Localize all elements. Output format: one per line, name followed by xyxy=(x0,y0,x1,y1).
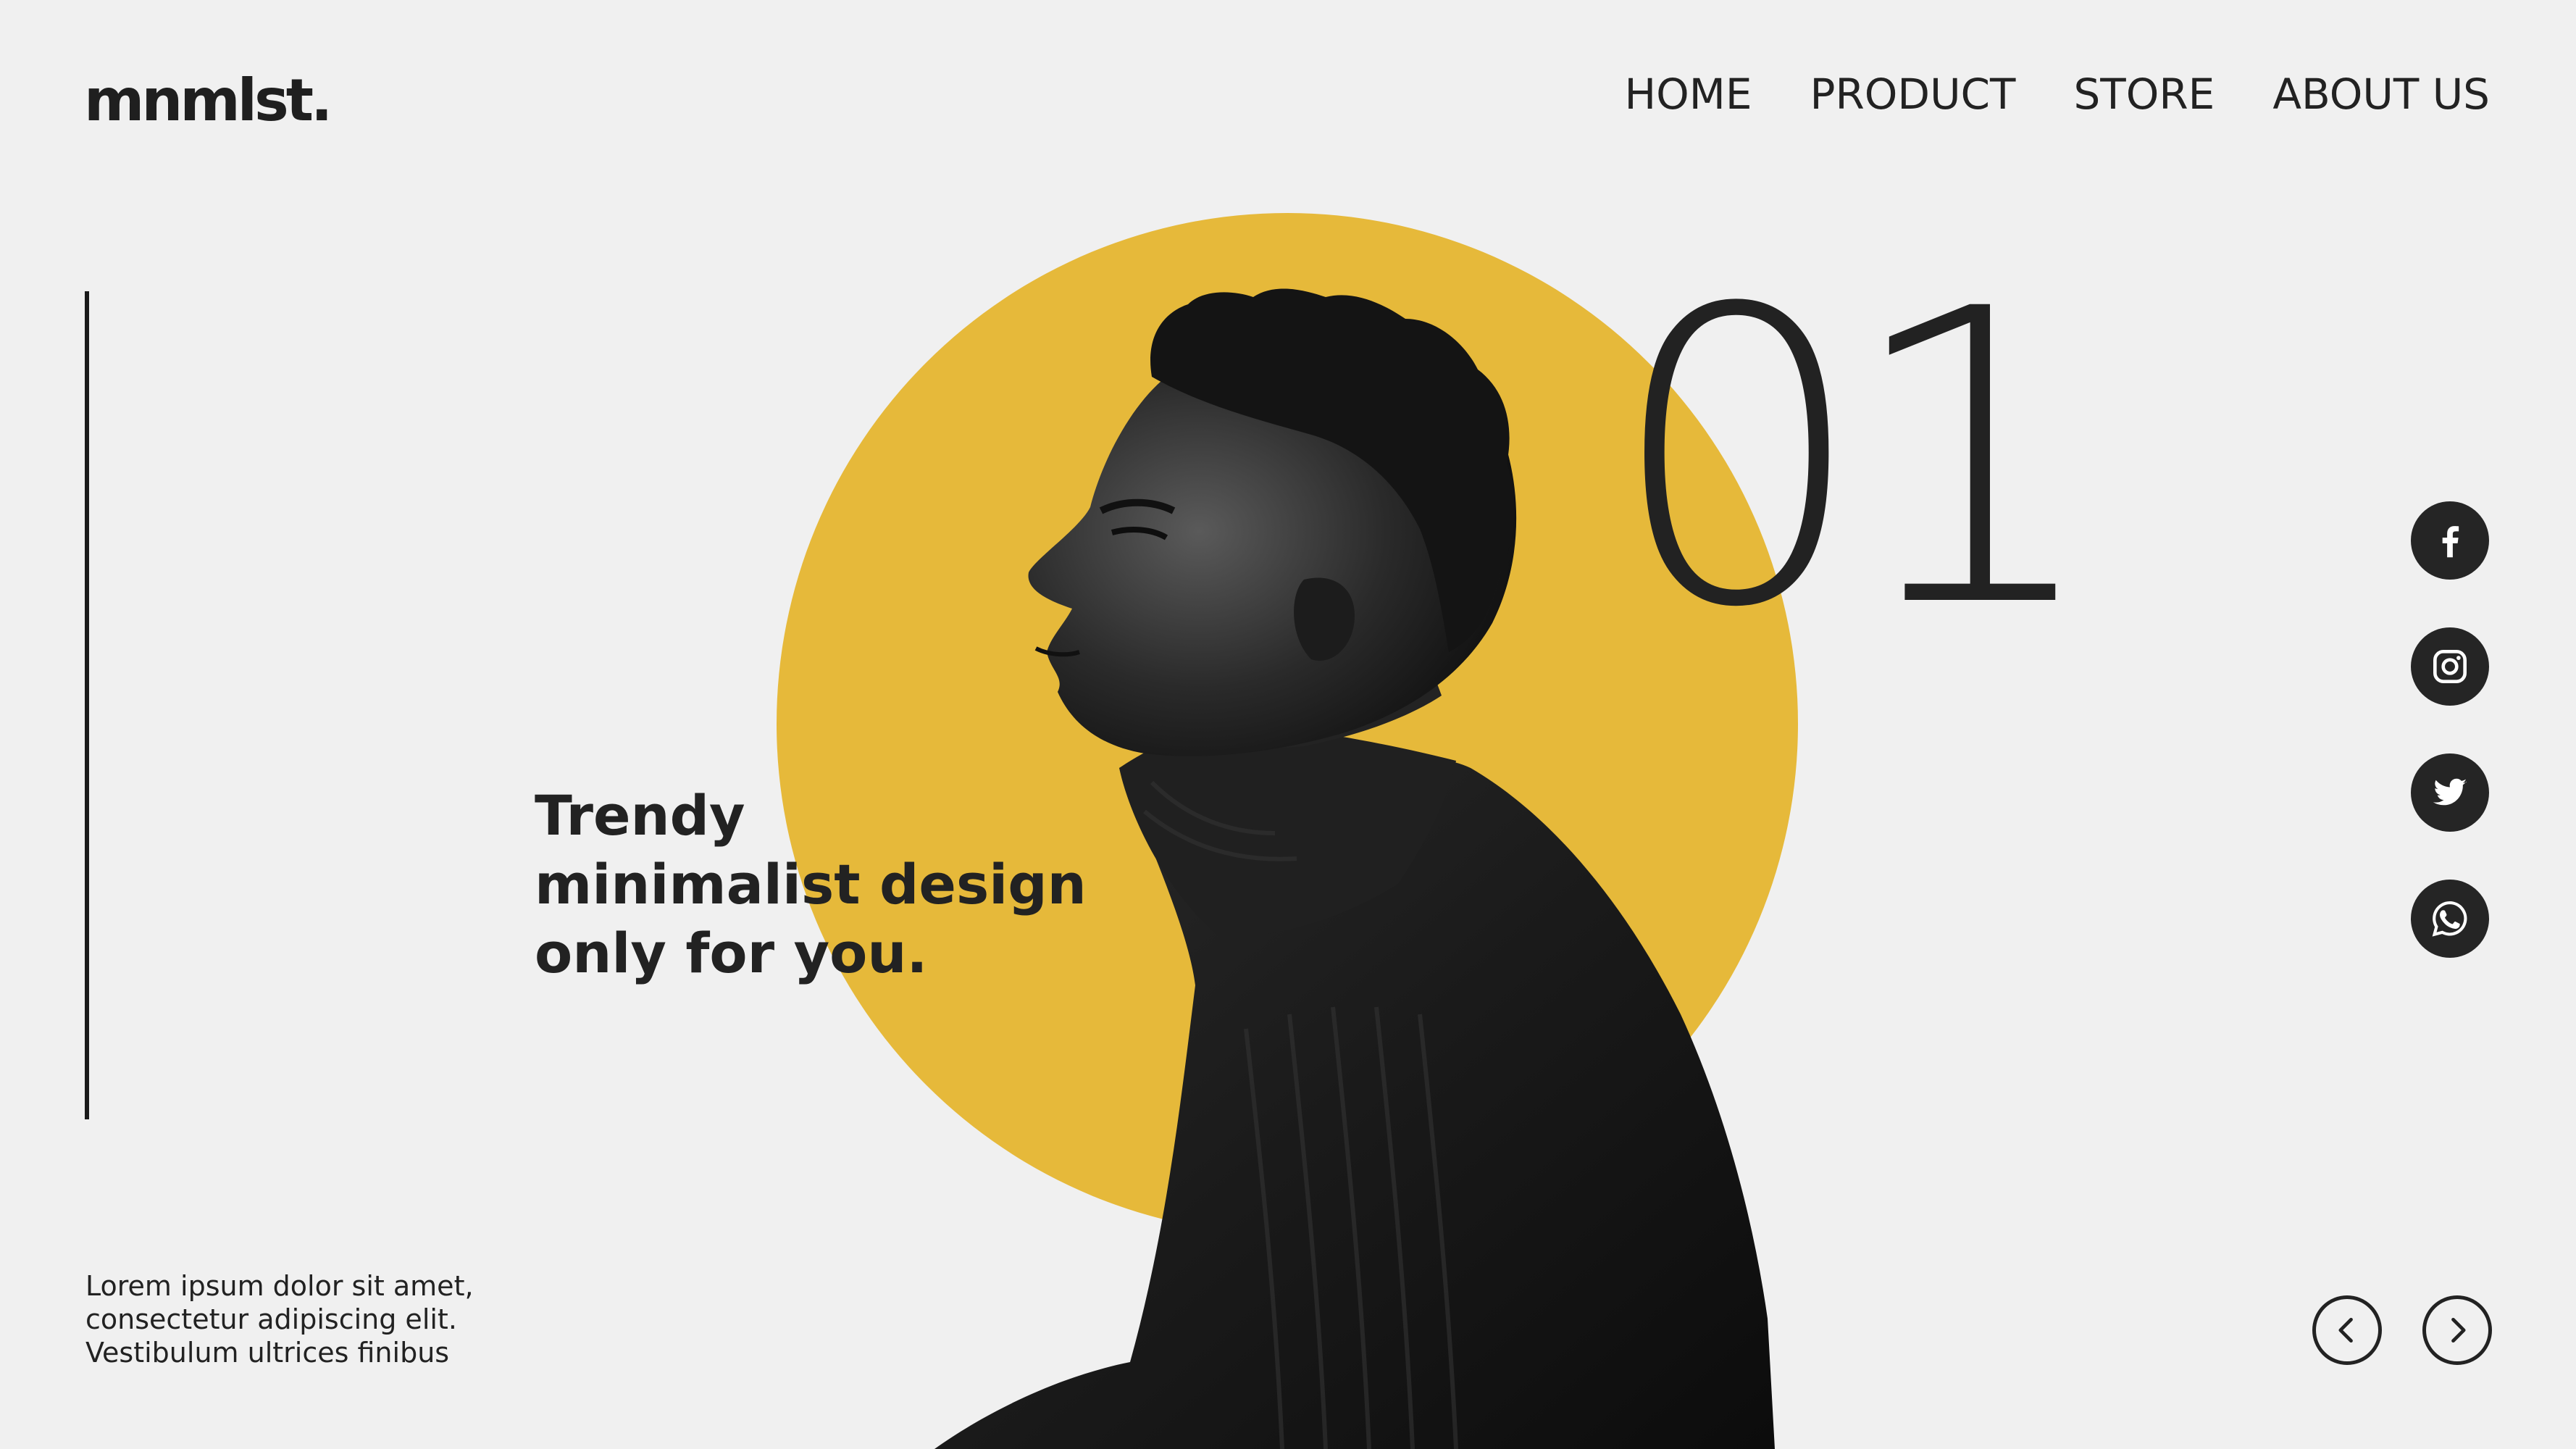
body-copy-line-2: consectetur adipiscing elit. xyxy=(85,1303,457,1335)
twitter-button[interactable] xyxy=(2411,753,2489,832)
twitter-icon xyxy=(2433,778,2467,806)
chevron-right-icon xyxy=(2451,1317,2466,1343)
instagram-icon xyxy=(2433,650,2467,683)
whatsapp-button[interactable] xyxy=(2411,880,2489,958)
facebook-icon xyxy=(2442,526,2459,558)
body-copy: Lorem ipsum dolor sit amet, consectetur … xyxy=(85,1269,474,1369)
social-links xyxy=(2411,501,2489,958)
hero-person-image xyxy=(934,288,1775,1449)
body-copy-line-3: Vestibulum ultrices finibus xyxy=(85,1337,450,1369)
body-copy-line-1: Lorem ipsum dolor sit amet, xyxy=(85,1270,474,1302)
slider-controls xyxy=(2312,1295,2492,1365)
landing-page: mnmlst. HOME PRODUCT STORE ABOUT US 01 T… xyxy=(0,0,2576,1449)
previous-slide-button[interactable] xyxy=(2312,1295,2382,1365)
next-slide-button[interactable] xyxy=(2422,1295,2492,1365)
headline-line-1: Trendy xyxy=(535,783,745,848)
instagram-button[interactable] xyxy=(2411,627,2489,706)
hero-headline: Trendy minimalist design only for you. xyxy=(535,781,1187,987)
whatsapp-icon xyxy=(2432,901,2467,937)
chevron-left-icon xyxy=(2338,1317,2353,1343)
headline-line-2: minimalist design xyxy=(535,852,1087,916)
facebook-button[interactable] xyxy=(2411,501,2489,580)
headline-line-3: only for you. xyxy=(535,921,928,985)
